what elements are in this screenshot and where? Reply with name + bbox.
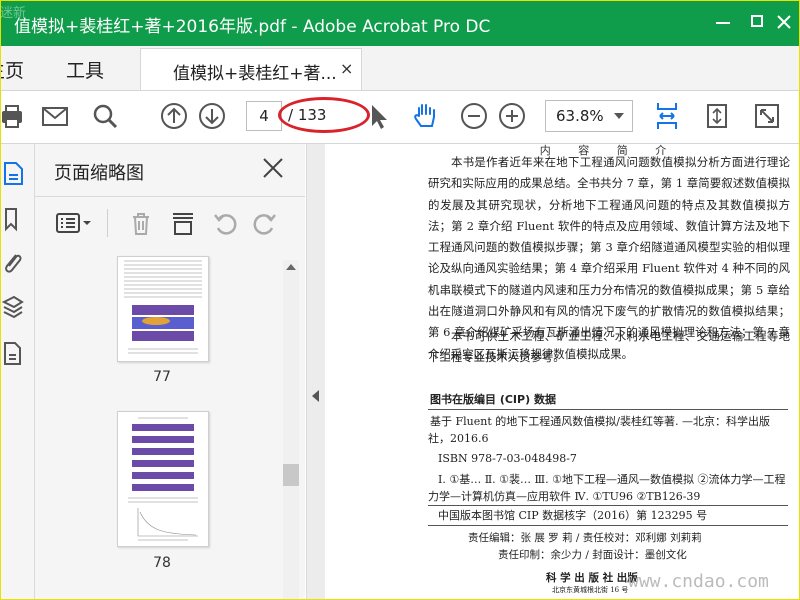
arrow-down-circle-icon xyxy=(199,103,225,129)
divider xyxy=(428,409,788,410)
zoom-value: 63.8% xyxy=(556,107,604,125)
search-button[interactable] xyxy=(88,99,122,133)
document-tab[interactable]: 值模拟+裴桂红+著... × xyxy=(140,48,362,90)
delete-page-button[interactable] xyxy=(127,209,155,237)
thumbnail-options-button[interactable] xyxy=(55,209,95,237)
mail-icon xyxy=(42,107,68,126)
page-thumbnail-77[interactable] xyxy=(117,256,209,362)
page-scroll-icon xyxy=(707,104,727,128)
options-menu-icon xyxy=(56,213,91,233)
fit-width-button[interactable] xyxy=(650,99,684,133)
attachments-nav-button[interactable] xyxy=(2,250,26,276)
thumbnails-panel: 页面缩略图 77 78 xyxy=(35,144,305,600)
zoom-in-button[interactable] xyxy=(495,99,529,133)
hand-icon xyxy=(414,104,435,127)
full-screen-icon xyxy=(755,104,779,128)
cip-classification: Ⅰ. ①基… Ⅱ. ①裴… Ⅲ. ①地下工程—通风—数值模拟 ②流体力学—工程力… xyxy=(428,473,786,503)
cip-isbn: ISBN 978-7-03-048498-7 xyxy=(438,452,577,465)
maximize-button[interactable] xyxy=(745,6,765,38)
page-preview xyxy=(124,260,202,354)
maximize-icon xyxy=(751,15,763,27)
site-watermark: www.cndao.com xyxy=(628,571,769,592)
scrollbar-thumb[interactable] xyxy=(283,464,299,486)
zoom-out-icon xyxy=(461,103,487,129)
navigation-rail xyxy=(0,144,35,600)
toolbar-divider xyxy=(107,209,108,237)
page-number-input[interactable]: 4 xyxy=(246,101,282,131)
next-page-button[interactable] xyxy=(195,99,229,133)
zoom-in-icon xyxy=(499,103,525,129)
panel-toolbar xyxy=(35,196,305,247)
arrow-up-circle-icon xyxy=(161,103,187,129)
extract-page-button[interactable] xyxy=(169,209,197,237)
audience-paragraph: 本书可供土木工程、矿业工程、水利水电工程、交通运输工程等地下工程专业技术人员参考… xyxy=(428,329,790,365)
trash-icon xyxy=(133,213,149,235)
chevron-down-icon xyxy=(614,113,624,119)
paperclip-icon xyxy=(5,254,22,273)
document-view[interactable]: 内 容 简 介 本书是作者近年来在地下工程通风问题数值模拟分析方面进行理论研究和… xyxy=(325,144,800,600)
print-icon xyxy=(2,105,22,128)
zoom-select[interactable]: 63.8% xyxy=(545,100,633,132)
tab-tools[interactable]: 工具 xyxy=(66,56,104,83)
fit-width-icon xyxy=(657,103,677,129)
signatures-nav-button[interactable] xyxy=(2,340,26,366)
window-title: 值模拟+裴桂红+著+2016年版.pdf - Adobe Acrobat Pro… xyxy=(14,17,491,37)
thumbnails-scrollbar[interactable] xyxy=(283,260,299,600)
cip-record: 基于 Fluent 的地下工程通风数值模拟/裴桂红等著. —北京：科学出版社，2… xyxy=(428,415,770,445)
document-tab-label: 值模拟+裴桂红+著... xyxy=(173,64,335,84)
tab-home[interactable]: 主页 xyxy=(0,56,24,83)
rotate-left-icon xyxy=(214,214,237,235)
document-icon xyxy=(4,342,21,365)
divider xyxy=(428,525,788,526)
email-button[interactable] xyxy=(38,99,72,133)
panel-title: 页面缩略图 xyxy=(54,163,144,184)
highlight-oval xyxy=(278,97,370,133)
publisher-name: 科 学 出 版 社 出版 xyxy=(546,572,638,584)
page-thumbnail-78[interactable] xyxy=(117,411,209,547)
thumbnail-page-number: 78 xyxy=(153,555,171,571)
editor-credit: 责任编辑：张 展 罗 莉 / 责任校对：邓利娜 刘莉莉 xyxy=(468,532,702,544)
bookmarks-nav-button[interactable] xyxy=(2,206,26,232)
thumbnails-nav-button[interactable] xyxy=(2,160,26,186)
bookmark-icon xyxy=(5,208,17,232)
previous-page-button[interactable] xyxy=(157,99,191,133)
print-button[interactable] xyxy=(0,99,30,133)
tab-bar: 主页 工具 值模拟+裴桂红+著... × xyxy=(0,46,800,91)
layers-nav-button[interactable] xyxy=(1,294,26,320)
hand-tool-button[interactable] xyxy=(408,99,442,133)
rotate-right-button[interactable] xyxy=(251,209,279,237)
minimize-button[interactable] xyxy=(706,6,740,38)
rotate-left-button[interactable] xyxy=(211,209,239,237)
full-screen-button[interactable] xyxy=(750,99,784,133)
page-thumbnails-icon xyxy=(4,162,23,185)
chevron-left-icon xyxy=(312,390,319,402)
close-tab-icon[interactable]: × xyxy=(340,59,353,78)
publisher-address: 北京东黄城根北街 16 号 xyxy=(552,586,629,594)
close-panel-button[interactable] xyxy=(261,156,285,180)
zoom-out-button[interactable] xyxy=(457,99,491,133)
close-window-button[interactable] xyxy=(770,6,798,38)
layers-icon xyxy=(1,295,24,319)
thumbnail-page-number: 77 xyxy=(153,369,171,385)
collapse-panel-handle[interactable] xyxy=(306,144,326,600)
cip-number: 中国版本图书馆 CIP 数据核字（2016）第 123295 号 xyxy=(438,509,708,522)
minimize-icon xyxy=(716,22,730,24)
page-preview xyxy=(128,417,198,541)
extract-pages-icon xyxy=(173,213,193,235)
cip-title: 图书在版编目 (CIP) 数据 xyxy=(430,393,556,406)
toolbar: 4 / 133 63.8% xyxy=(0,91,800,144)
close-icon xyxy=(777,15,791,29)
printing-credit: 责任印制：余少力 / 封面设计：墨创文化 xyxy=(498,549,687,561)
close-icon xyxy=(263,158,283,178)
scroll-up-icon[interactable] xyxy=(286,264,296,270)
search-icon xyxy=(93,104,118,129)
rotate-right-icon xyxy=(253,214,276,235)
title-bar: 迷新 值模拟+裴桂红+著+2016年版.pdf - Adobe Acrobat … xyxy=(0,0,800,46)
scroll-mode-button[interactable] xyxy=(700,99,734,133)
divider xyxy=(428,505,788,506)
